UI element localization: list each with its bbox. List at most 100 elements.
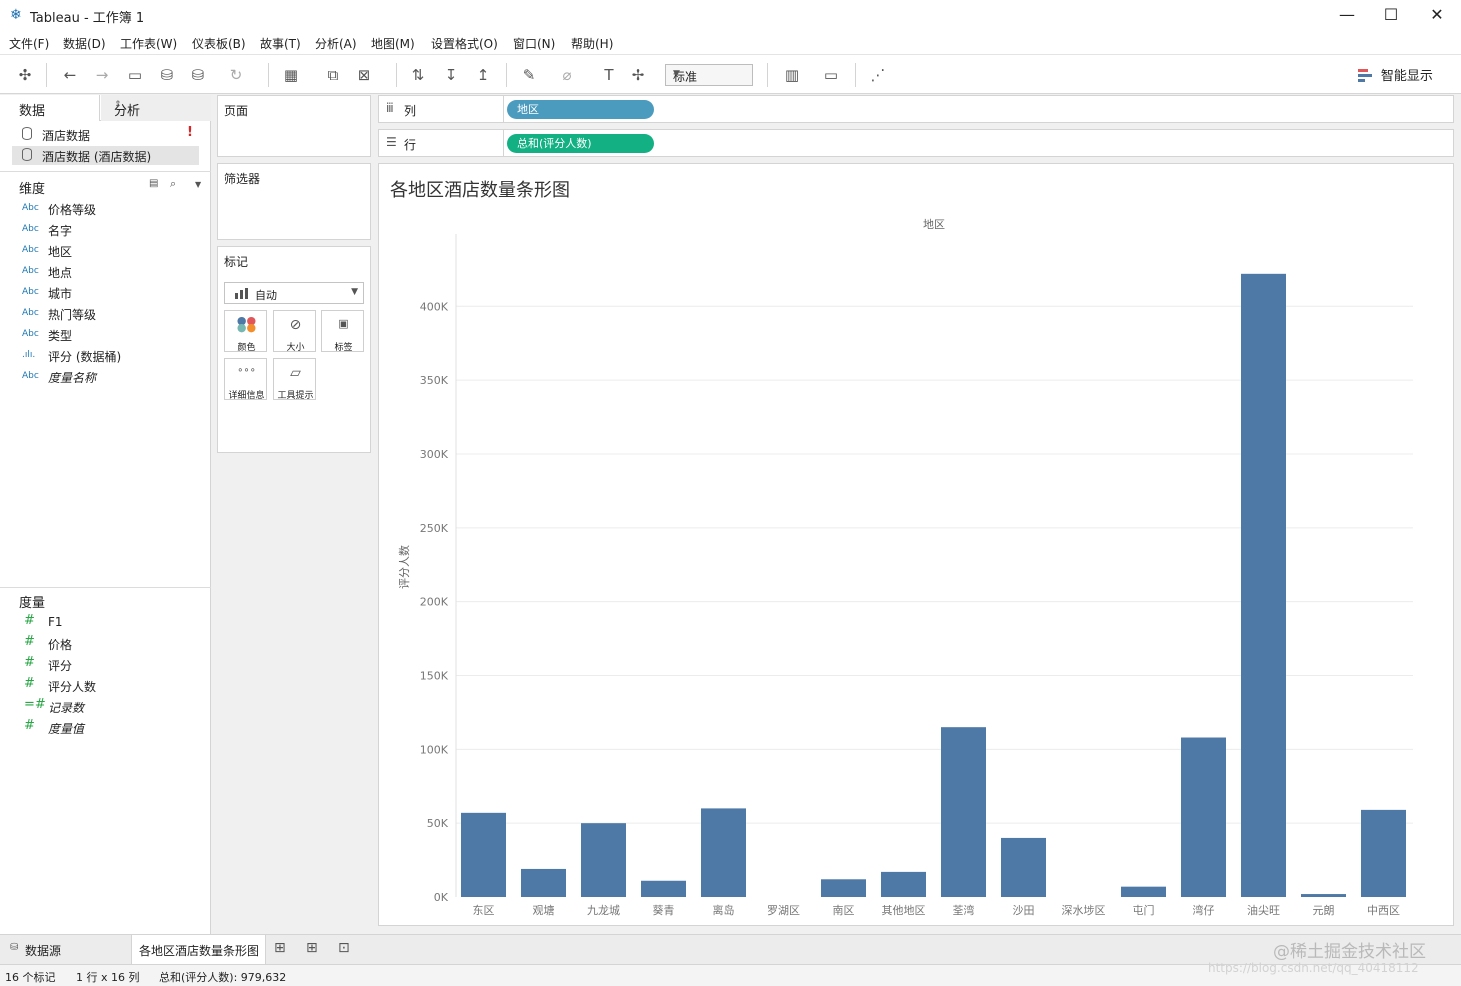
clear-sheet-icon[interactable]: ⊠ (353, 64, 375, 86)
measure-field[interactable]: # 评分 (20, 655, 200, 675)
tab-sheet[interactable]: 各地区酒店数量条形图 (131, 935, 266, 964)
datasource-item[interactable]: 酒店数据 ! (12, 125, 199, 144)
measure-field[interactable]: # 评分人数 (20, 676, 200, 696)
show-me-button[interactable]: 智能显示 (1357, 65, 1433, 84)
menu-bar: 文件(F) 数据(D) 工作表(W) 仪表板(B) 故事(T) 分析(A) 地图… (0, 30, 1461, 54)
menu-map[interactable]: 地图(M) (371, 35, 415, 52)
dimension-field[interactable]: Abc 价格等级 (20, 199, 200, 219)
y-tick-label: 100K (420, 743, 449, 756)
tab-data[interactable]: 数据 (0, 95, 100, 121)
new-dashboard-tab-icon[interactable]: ⊞ (306, 935, 326, 964)
label-button[interactable]: ▣ 标签 (321, 310, 364, 353)
menu-dashboard[interactable]: 仪表板(B) (192, 35, 246, 52)
menu-data[interactable]: 数据(D) (63, 35, 106, 52)
columns-shelf[interactable]: ⅲ 列 地区 (378, 95, 1454, 123)
undo-icon[interactable]: ← (59, 64, 81, 86)
filters-card[interactable]: 筛选器 (217, 163, 371, 240)
list-view-icon[interactable]: ▤ (149, 178, 158, 189)
menu-worksheet[interactable]: 工作表(W) (120, 35, 177, 52)
highlight-icon[interactable]: ✎ (518, 64, 540, 86)
dimension-field[interactable]: .ılı. 评分 (数据桶) (20, 346, 200, 366)
pages-card[interactable]: 页面 (217, 95, 371, 157)
toolbar-separator (46, 63, 47, 87)
field-name: 评分 (48, 659, 73, 673)
y-axis-title: 评分人数 (398, 545, 411, 589)
show-mark-labels-icon[interactable]: T (598, 64, 620, 86)
measure-field[interactable]: # F1 (20, 613, 200, 633)
save-icon[interactable]: ▭ (124, 64, 146, 86)
dimension-field[interactable]: Abc 度量名称 (20, 367, 200, 387)
dimension-field[interactable]: Abc 地区 (20, 241, 200, 261)
bar-chart: 0K 50K 100K 150K 200K 250K 300K 350K 400K 地区评分人数东… (398, 218, 1413, 917)
menu-format[interactable]: 设置格式(O) (431, 35, 498, 52)
dimension-field[interactable]: Abc 城市 (20, 283, 200, 303)
tableau-home-icon[interactable]: ✣ (14, 64, 36, 86)
search-icon[interactable]: ⌕ (170, 177, 176, 191)
tab-datasource[interactable]: ⛁ 数据源 (0, 935, 130, 964)
tab-analysis[interactable]: 分析 ⇕ (101, 95, 211, 121)
field-name: 地点 (48, 266, 73, 280)
bar-0 (461, 812, 506, 897)
marks-card: 标记 自动 ▼ ●● ●● 颜色 ⊘ 大小 ▣ 标签 ∘∘∘ 详细信息 ▱ 工具提… (217, 246, 371, 453)
tooltip-icon: ▱ (290, 365, 301, 381)
field-name: 评分 (数据桶) (48, 350, 122, 364)
datasource-item-selected[interactable]: 酒店数据 (酒店数据) (12, 146, 199, 165)
number-type-icon: # (24, 655, 35, 670)
sort-ascending-icon[interactable]: ↧ (440, 64, 462, 86)
label-icon: ▣ (338, 317, 349, 330)
menu-analysis[interactable]: 分析(A) (315, 35, 357, 52)
measures-title: 度量 (19, 596, 46, 611)
presentation-mode-icon[interactable]: ▭ (820, 64, 842, 86)
chevron-down-icon[interactable]: ▼ (195, 180, 201, 189)
size-icon: ⊘ (289, 317, 302, 333)
tooltip-button[interactable]: ▱ 工具提示 (273, 358, 316, 401)
show-cards-icon[interactable]: ▥ (781, 64, 803, 86)
columns-pill-region[interactable]: 地区 (507, 100, 654, 119)
menu-help[interactable]: 帮助(H) (571, 35, 613, 52)
group-members-icon[interactable]: ⌀ (556, 64, 578, 86)
new-story-tab-icon[interactable]: ⊡ (338, 935, 358, 964)
measure-field[interactable]: # 度量值 (20, 718, 200, 738)
x-tick-label: 油尖旺 (1247, 903, 1280, 917)
menu-file[interactable]: 文件(F) (9, 35, 49, 52)
new-datasource-icon[interactable]: ⛁ (156, 64, 178, 86)
detail-button[interactable]: ∘∘∘ 详细信息 (224, 358, 267, 401)
datasource-icon (22, 127, 32, 140)
dimension-field[interactable]: Abc 类型 (20, 325, 200, 345)
duplicate-sheet-icon[interactable]: ⧉ (322, 64, 344, 86)
measure-field[interactable]: =# 记录数 (20, 697, 200, 717)
shelf-divider (503, 130, 504, 156)
refresh-icon[interactable]: ↻ (225, 64, 247, 86)
measure-field[interactable]: # 价格 (20, 634, 200, 654)
dimension-field[interactable]: Abc 热门等级 (20, 304, 200, 324)
fix-axes-icon[interactable]: ✢ (627, 64, 649, 86)
rows-pill-sum-review-count[interactable]: 总和(评分人数) (507, 134, 654, 153)
bar-2 (581, 823, 626, 897)
string-type-icon: Abc (22, 308, 39, 318)
marks-type-select[interactable]: 自动 ▼ (224, 282, 364, 304)
share-icon[interactable]: ⋰ (867, 64, 889, 86)
new-worksheet-tab-icon[interactable]: ⊞ (274, 935, 294, 964)
dimension-field[interactable]: Abc 地点 (20, 262, 200, 282)
shelf-divider (503, 96, 504, 122)
dimension-field[interactable]: Abc 名字 (20, 220, 200, 240)
minimize-button[interactable]: — (1324, 2, 1370, 28)
menu-story[interactable]: 故事(T) (260, 35, 301, 52)
redo-icon[interactable]: → (91, 64, 113, 86)
field-name: 热门等级 (48, 308, 97, 322)
rows-shelf[interactable]: ☰ 行 总和(评分人数) (378, 129, 1454, 157)
fit-select[interactable]: 标准 ▼ (665, 64, 753, 86)
title-bar: ❄ Tableau - 工作簿 1 — ☐ ✕ (0, 0, 1461, 30)
color-icon: ●● ●● (236, 314, 257, 334)
pause-updates-icon[interactable]: ⛁ (187, 64, 209, 86)
sort-descending-icon[interactable]: ↥ (472, 64, 494, 86)
bar-6 (821, 879, 866, 897)
swap-rows-columns-icon[interactable]: ⇅ (407, 64, 429, 86)
menu-window[interactable]: 窗口(N) (513, 35, 555, 52)
close-button[interactable]: ✕ (1414, 2, 1460, 28)
maximize-button[interactable]: ☐ (1368, 2, 1414, 28)
new-worksheet-icon[interactable]: ▦ (280, 64, 302, 86)
color-button[interactable]: ●● ●● 颜色 (224, 310, 267, 353)
x-tick-label: 屯门 (1133, 903, 1155, 917)
size-button[interactable]: ⊘ 大小 (273, 310, 316, 353)
